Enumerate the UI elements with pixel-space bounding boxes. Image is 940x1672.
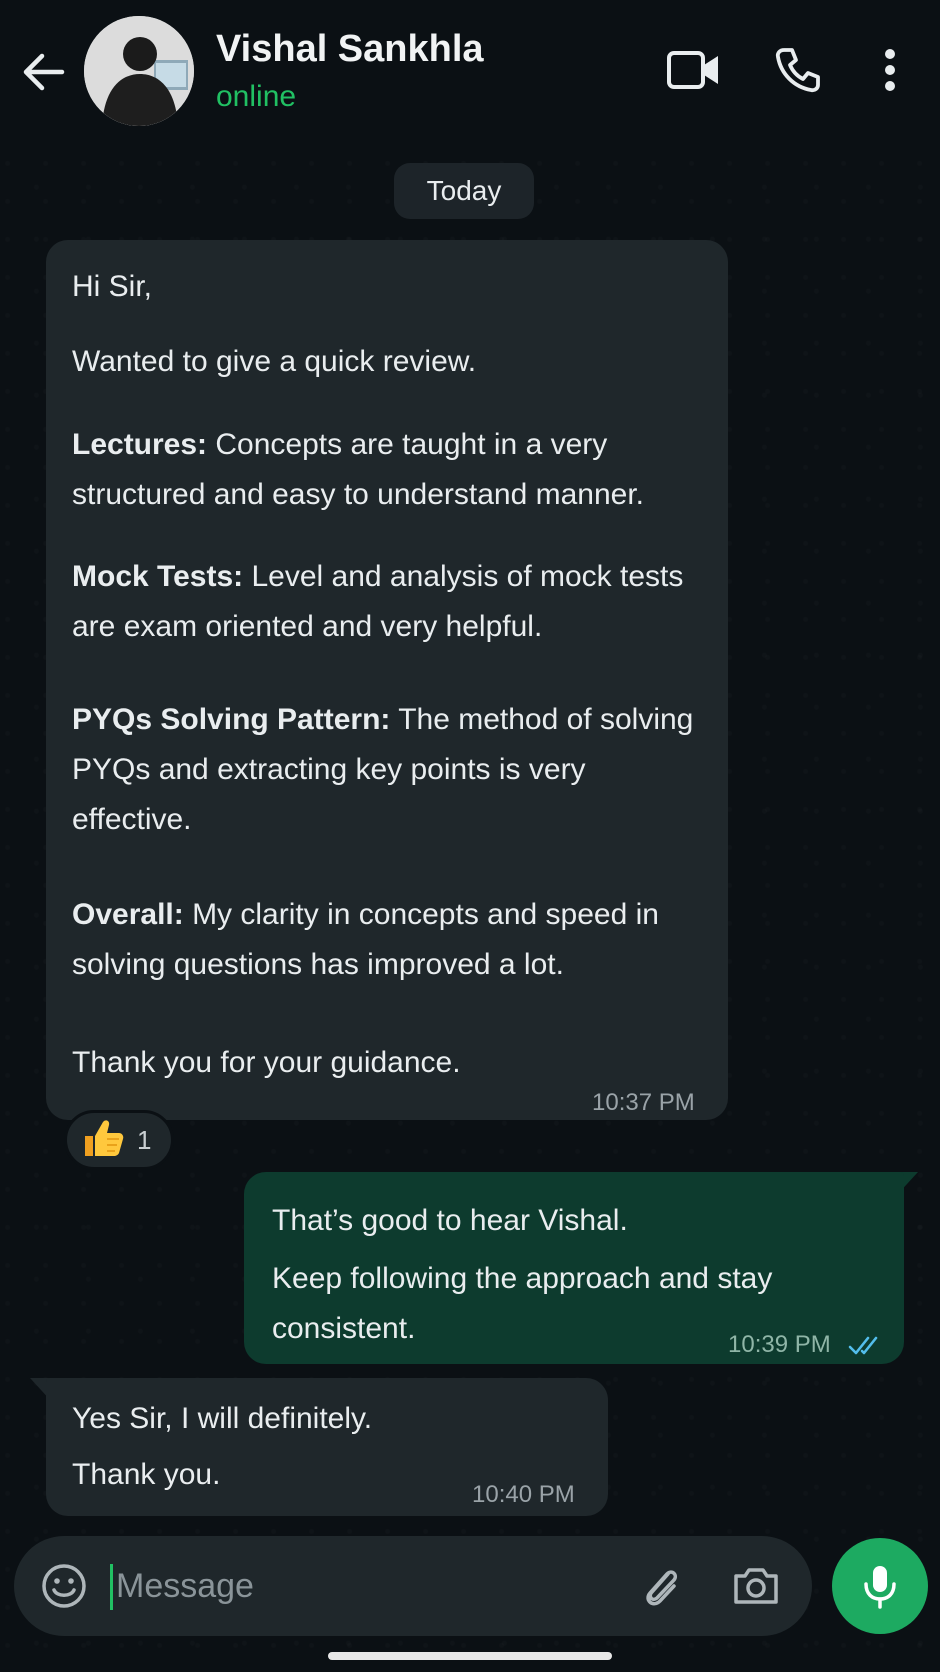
message-paragraph: PYQs Solving Pattern: The method of solv… xyxy=(72,695,712,845)
message-composer xyxy=(14,1536,812,1636)
chat-screen: Vishal Sankhla online Today Hi Sir, Want… xyxy=(0,0,940,1672)
avatar[interactable] xyxy=(84,16,194,126)
message-text: That’s good to hear Vishal. xyxy=(272,1204,628,1237)
reaction-badge[interactable]: 1 xyxy=(64,1110,174,1170)
emoji-icon[interactable] xyxy=(40,1562,88,1610)
mic-icon[interactable] xyxy=(832,1538,928,1634)
double-check-icon xyxy=(848,1324,888,1374)
date-divider: Today xyxy=(394,163,534,219)
message-input[interactable] xyxy=(116,1536,576,1636)
section-heading: Overall: xyxy=(72,898,184,931)
contact-name[interactable]: Vishal Sankhla xyxy=(216,28,484,71)
message-text: Wanted to give a quick review. xyxy=(72,345,477,378)
section-heading: Lectures: xyxy=(72,428,208,461)
message-time: 10:40 PM xyxy=(472,1481,575,1508)
reaction-count: 1 xyxy=(137,1124,152,1155)
home-indicator xyxy=(328,1652,612,1660)
thumbs-up-icon xyxy=(81,1116,125,1165)
camera-icon[interactable] xyxy=(730,1560,782,1612)
section-heading: Mock Tests: xyxy=(72,560,244,593)
message-time: 10:37 PM xyxy=(592,1089,695,1116)
video-call-icon[interactable] xyxy=(664,42,724,98)
phone-call-icon[interactable] xyxy=(770,42,826,98)
text-cursor xyxy=(110,1564,113,1610)
message-bubble-incoming[interactable]: Yes Sir, I will definitely. Thank you. 1… xyxy=(46,1378,608,1516)
back-arrow-icon[interactable] xyxy=(18,46,70,98)
message-text: Thank you. xyxy=(72,1458,221,1491)
message-text: Hi Sir, xyxy=(72,270,153,303)
chat-header: Vishal Sankhla online xyxy=(0,0,940,140)
section-heading: PYQs Solving Pattern: xyxy=(72,703,391,736)
message-bubble-incoming[interactable]: Hi Sir, Wanted to give a quick review. L… xyxy=(46,240,728,1120)
message-paragraph: Mock Tests: Level and analysis of mock t… xyxy=(72,552,712,652)
message-paragraph: Lectures: Concepts are taught in a very … xyxy=(72,420,712,520)
message-time: 10:39 PM xyxy=(728,1331,831,1358)
attach-icon[interactable] xyxy=(638,1562,686,1610)
message-text: Yes Sir, I will definitely. xyxy=(72,1402,373,1435)
more-vert-icon[interactable] xyxy=(870,42,910,98)
message-paragraph: Overall: My clarity in concepts and spee… xyxy=(72,890,712,990)
message-bubble-outgoing[interactable]: That’s good to hear Vishal. Keep followi… xyxy=(244,1172,904,1364)
presence-status: online xyxy=(216,80,297,113)
